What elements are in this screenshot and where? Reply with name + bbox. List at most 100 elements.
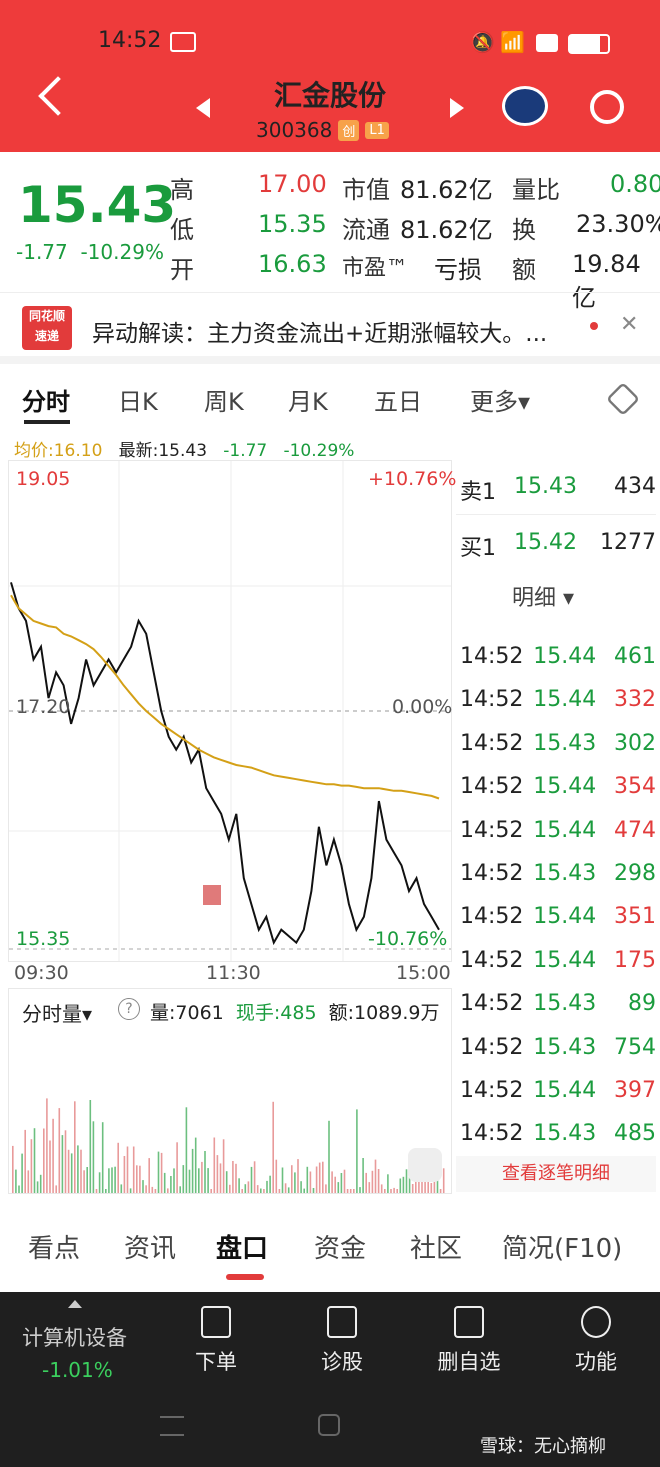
volume-bar <box>129 1188 132 1193</box>
price-chart-svg <box>9 461 451 961</box>
volume-bar <box>411 1184 414 1193</box>
volume-bar <box>365 1172 367 1193</box>
y-label-mid: 17.20 <box>16 696 71 718</box>
price-line <box>10 582 440 946</box>
nav-diagnose[interactable]: 诊股 <box>310 1306 374 1376</box>
home-icon[interactable] <box>318 1414 340 1436</box>
volume-bar <box>306 1166 309 1193</box>
chinext-tag: 创 <box>338 119 360 141</box>
volume-bar <box>136 1165 138 1193</box>
chart-tab-0[interactable]: 分时 <box>22 382 70 417</box>
help-icon[interactable]: ? <box>118 998 140 1020</box>
volume-bar <box>142 1180 144 1193</box>
settings-icon[interactable] <box>606 382 640 416</box>
fullscreen-icon[interactable] <box>408 1148 442 1182</box>
volume-bar <box>219 1163 222 1193</box>
minus-icon <box>454 1306 484 1338</box>
nav-functions[interactable]: 功能 <box>566 1306 626 1376</box>
volume-bar <box>55 1185 57 1193</box>
volume-bar <box>139 1165 141 1193</box>
chart-icon <box>170 32 196 52</box>
volume-bar <box>30 1139 33 1193</box>
tick-row: 14:52 15.43 302 <box>460 730 656 756</box>
bottom-tab-5[interactable]: 简况(F10) <box>502 1228 622 1265</box>
bottom-tab-1[interactable]: 资讯 <box>124 1228 176 1265</box>
tick-row: 14:52 15.44 175 <box>460 947 656 973</box>
tick-row: 14:52 15.43 298 <box>460 861 656 886</box>
volume-bar <box>120 1184 123 1193</box>
high-value: 17.00 <box>258 170 327 198</box>
volume-bar <box>315 1166 318 1193</box>
volume-selector[interactable]: 分时量▾ <box>22 998 93 1027</box>
chart-tab-1[interactable]: 日K <box>118 382 158 417</box>
volume-bar <box>173 1168 175 1193</box>
volume-bar <box>198 1168 200 1193</box>
view-all-ticks-button[interactable]: 查看逐笔明细 <box>456 1156 656 1192</box>
volume-bar <box>170 1176 172 1193</box>
volume-stats: 量:7061 现手:485 额:1089.9万 <box>150 998 440 1025</box>
next-stock-icon[interactable] <box>450 98 464 118</box>
volume-bar <box>92 1121 95 1193</box>
volume-bar <box>390 1189 392 1193</box>
volume-bar <box>374 1159 377 1193</box>
bottom-tab-3[interactable]: 资金 <box>314 1228 366 1265</box>
open-label: 开 <box>170 256 194 284</box>
expand-icon[interactable] <box>68 1300 82 1308</box>
close-icon[interactable]: ✕ <box>620 312 638 337</box>
diagnose-icon <box>327 1306 357 1338</box>
volume-bar <box>353 1189 355 1193</box>
volume-bar <box>238 1178 240 1193</box>
chart-tab-5[interactable]: 更多▾ <box>470 382 530 417</box>
volume-bar <box>309 1171 312 1193</box>
intraday-chart[interactable] <box>8 460 452 962</box>
chart-tab-4[interactable]: 五日 <box>374 382 422 417</box>
volume-bar <box>126 1146 129 1193</box>
y-label-top: 19.05 <box>16 468 71 490</box>
volume-bar <box>430 1183 433 1193</box>
avg-price-line <box>10 594 440 800</box>
tick-row: 14:52 15.44 332 <box>460 687 656 713</box>
chart-tab-2[interactable]: 周K <box>204 382 244 417</box>
level-tag: L1 <box>365 121 389 139</box>
active-tab-underline <box>24 420 70 424</box>
volume-bar <box>179 1186 181 1193</box>
volume-bar <box>49 1140 51 1193</box>
chart-tab-3[interactable]: 月K <box>288 382 328 417</box>
volume-bar <box>284 1183 287 1193</box>
sector-name[interactable]: 计算机设备 <box>22 1322 127 1352</box>
volume-bar <box>191 1148 194 1193</box>
tick-row: 14:52 15.43 754 <box>460 1034 656 1060</box>
bottom-tab-4[interactable]: 社区 <box>410 1228 462 1265</box>
mute-icon: 🔕 <box>470 30 495 54</box>
volume-bar <box>89 1100 92 1193</box>
x-label-0: 09:30 <box>14 962 69 984</box>
battery-icon <box>568 34 610 54</box>
bottom-tab-0[interactable]: 看点 <box>28 1228 80 1265</box>
volume-bar <box>74 1101 76 1193</box>
volume-bar <box>260 1188 262 1193</box>
detail-toggle[interactable]: 明细 ▾ <box>512 580 574 612</box>
volume-bar <box>207 1168 209 1193</box>
volume-bar <box>294 1172 296 1193</box>
news-text[interactable]: 异动解读：主力资金流出+近期涨幅较大。... <box>92 314 547 348</box>
tick-row: 14:52 15.44 397 <box>460 1078 656 1103</box>
low-value: 15.35 <box>258 210 327 238</box>
tick-row: 14:52 15.43 485 <box>460 1121 656 1147</box>
recent-apps-icon[interactable] <box>160 1416 184 1436</box>
x-label-2: 15:00 <box>396 962 451 984</box>
tick-row: 14:52 15.44 354 <box>460 774 656 800</box>
turnover-value: 23.30% <box>576 210 660 238</box>
volume-bar <box>201 1161 203 1193</box>
nav-order[interactable]: 下单 <box>184 1306 248 1376</box>
search-icon[interactable] <box>590 90 624 124</box>
buy1-row: 买1 15.42 1277 <box>460 530 656 561</box>
volume-bar <box>356 1109 358 1193</box>
volume-bar <box>272 1101 274 1193</box>
robot-icon[interactable] <box>502 86 548 126</box>
volume-bar <box>393 1187 395 1193</box>
volume-bar <box>210 1189 212 1193</box>
bottom-tab-2[interactable]: 盘口 <box>216 1228 268 1265</box>
nav-remove-watchlist[interactable]: 删自选 <box>432 1306 506 1376</box>
volume-bar <box>39 1174 42 1193</box>
buy-marker <box>203 885 221 905</box>
